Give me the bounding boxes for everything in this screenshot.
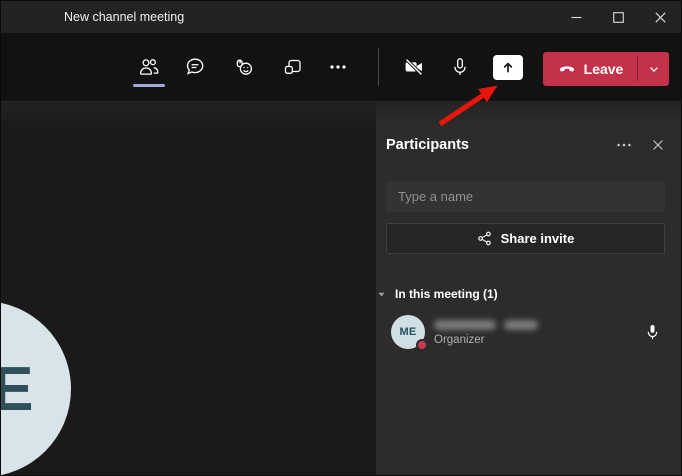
participant-mic-button[interactable] bbox=[644, 323, 661, 342]
leave-options-button[interactable] bbox=[638, 52, 669, 86]
chat-icon bbox=[186, 58, 204, 75]
close-window-button[interactable] bbox=[639, 1, 681, 33]
minimize-icon bbox=[571, 16, 581, 18]
in-this-meeting-section[interactable]: In this meeting (1) bbox=[377, 285, 673, 303]
reactions-button[interactable] bbox=[222, 44, 266, 90]
microphone-icon bbox=[454, 58, 466, 75]
titlebar: New channel meeting bbox=[1, 1, 681, 33]
toolbar-divider bbox=[378, 48, 379, 86]
microphone-icon bbox=[647, 324, 658, 339]
stage-avatar-initials: ME bbox=[1, 354, 36, 425]
share-icon bbox=[477, 231, 491, 246]
close-icon bbox=[653, 140, 663, 150]
share-screen-icon bbox=[493, 54, 523, 80]
participant-role: Organizer bbox=[434, 333, 485, 346]
video-stage: ME bbox=[1, 101, 376, 475]
teams-meeting-window: New channel meeting Leave Participants T… bbox=[0, 0, 682, 476]
panel-header-actions bbox=[613, 134, 669, 156]
share-invite-label: Share invite bbox=[500, 231, 575, 246]
camera-off-icon bbox=[405, 58, 423, 76]
participant-row[interactable]: ME Organizer bbox=[376, 309, 681, 355]
breakout-rooms-button[interactable] bbox=[271, 44, 315, 90]
avatar: ME bbox=[391, 315, 428, 351]
leave-label: Leave bbox=[583, 61, 624, 77]
participants-panel: Participants Type a name Share invite In… bbox=[376, 101, 681, 475]
invite-name-input[interactable] bbox=[386, 181, 665, 212]
share-screen-button[interactable] bbox=[486, 44, 530, 90]
reactions-icon bbox=[236, 59, 253, 75]
maximize-icon bbox=[612, 11, 624, 23]
share-invite-button[interactable]: Share invite bbox=[386, 223, 665, 254]
status-badge-busy bbox=[416, 339, 428, 351]
chevron-down-icon bbox=[378, 292, 385, 297]
section-label: In this meeting (1) bbox=[395, 287, 498, 301]
window-controls bbox=[555, 1, 681, 33]
meeting-toolbar: Leave bbox=[1, 33, 681, 101]
panel-header: Participants bbox=[386, 133, 669, 157]
chat-button[interactable] bbox=[173, 44, 217, 90]
panel-more-options-button[interactable] bbox=[613, 134, 635, 156]
breakout-rooms-icon bbox=[284, 59, 301, 74]
panel-close-button[interactable] bbox=[647, 134, 669, 156]
close-icon bbox=[654, 11, 666, 23]
participant-name-blurred bbox=[434, 319, 538, 331]
leave-button-group: Leave bbox=[543, 52, 669, 86]
panel-title: Participants bbox=[386, 137, 469, 153]
more-options-icon bbox=[617, 143, 631, 147]
participant-info: Organizer bbox=[434, 319, 538, 346]
leave-button[interactable]: Leave bbox=[543, 52, 637, 86]
more-actions-button[interactable] bbox=[316, 44, 360, 90]
hang-up-icon bbox=[559, 66, 574, 72]
participants-icon bbox=[139, 59, 159, 75]
more-icon bbox=[330, 65, 346, 69]
maximize-button[interactable] bbox=[597, 1, 639, 33]
participants-tab-button[interactable] bbox=[127, 44, 171, 90]
minimize-button[interactable] bbox=[555, 1, 597, 33]
camera-toggle-button[interactable] bbox=[392, 44, 436, 90]
window-title: New channel meeting bbox=[64, 10, 185, 24]
mic-toggle-button[interactable] bbox=[438, 44, 482, 90]
active-tab-indicator bbox=[133, 84, 165, 87]
stage-avatar: ME bbox=[1, 301, 71, 475]
chevron-down-icon bbox=[649, 67, 658, 72]
